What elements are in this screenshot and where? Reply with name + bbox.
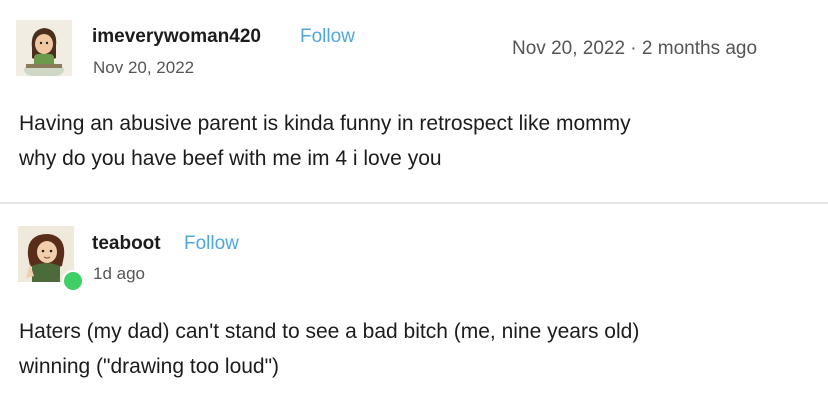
post-date[interactable]: 1d ago <box>93 264 145 284</box>
post-date: Nov 20, 2022 <box>93 58 195 77</box>
avatar[interactable] <box>16 20 72 76</box>
username[interactable]: imeverywoman420 <box>92 26 261 48</box>
username[interactable]: teaboot <box>92 233 161 255</box>
post-body-line: Haters (my dad) can't stand to see a bad… <box>19 320 640 343</box>
post-body-line: why do you have beef with me im 4 i love… <box>19 147 442 170</box>
post-body-line: winning ("drawing too loud") <box>19 355 280 378</box>
post-divider <box>0 202 828 204</box>
online-badge-icon <box>62 270 84 292</box>
follow-button[interactable]: Follow <box>184 233 239 255</box>
follow-button[interactable]: Follow <box>300 26 355 48</box>
timestamp[interactable]: Nov 20, 2022 · 2 months ago <box>512 38 757 60</box>
post-body-line: Having an abusive parent is kinda funny … <box>19 112 631 135</box>
